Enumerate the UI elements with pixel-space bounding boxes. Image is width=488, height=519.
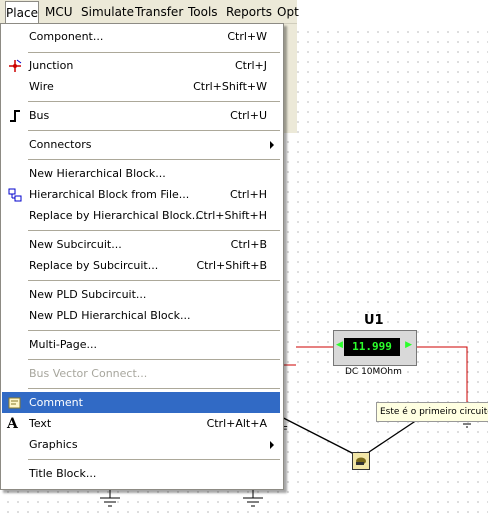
menu-separator bbox=[28, 359, 280, 360]
menu-item-text[interactable]: A Text Ctrl+Alt+A bbox=[2, 413, 280, 434]
menu-item-replace-by-hierarchical-block[interactable]: Replace by Hierarchical Block... Ctrl+Sh… bbox=[2, 205, 280, 226]
place-menu-dropdown: Component... Ctrl+W Junction Ctrl+J Wire… bbox=[0, 23, 284, 490]
menu-item-hierarchical-block-from-file[interactable]: Hierarchical Block from File... Ctrl+H bbox=[2, 184, 280, 205]
comment-pin-icon[interactable] bbox=[352, 452, 370, 470]
comment-pointer-line bbox=[368, 419, 418, 453]
minus-terminal-icon: ▶ bbox=[405, 340, 412, 350]
multimeter-value: DC 10MOhm bbox=[345, 367, 402, 377]
menu-item-component[interactable]: Component... Ctrl+W bbox=[2, 26, 280, 47]
comment-note[interactable]: Este é o primeiro circuito d bbox=[376, 402, 488, 422]
menu-item-wire[interactable]: Wire Ctrl+Shift+W bbox=[2, 76, 280, 97]
multimeter-component[interactable]: ◀ 11.999 ▶ bbox=[333, 330, 417, 366]
plus-terminal-icon: ◀ bbox=[336, 340, 343, 350]
ground-symbol bbox=[100, 488, 120, 507]
submenu-arrow-icon bbox=[270, 141, 274, 149]
bus-icon bbox=[10, 110, 20, 122]
menu-separator bbox=[28, 459, 280, 460]
menu-item-new-pld-hierarchical-block[interactable]: New PLD Hierarchical Block... bbox=[2, 305, 280, 326]
menu-item-graphics[interactable]: Graphics bbox=[2, 434, 280, 455]
menu-item-bus[interactable]: Bus Ctrl+U bbox=[2, 105, 280, 126]
menu-item-new-hierarchical-block[interactable]: New Hierarchical Block... bbox=[2, 163, 280, 184]
submenu-arrow-icon bbox=[270, 441, 274, 449]
junction-icon bbox=[9, 59, 22, 72]
menu-item-replace-by-subcircuit[interactable]: Replace by Subcircuit... Ctrl+Shift+B bbox=[2, 255, 280, 276]
hierarchical-block-icon bbox=[8, 188, 22, 202]
menu-separator bbox=[28, 52, 280, 53]
menu-item-comment[interactable]: Comment bbox=[2, 392, 280, 413]
menu-item-multi-page[interactable]: Multi-Page... bbox=[2, 334, 280, 355]
multimeter-refdes: U1 bbox=[364, 313, 384, 328]
menu-separator bbox=[28, 230, 280, 231]
ground-symbol bbox=[243, 488, 263, 507]
menu-separator bbox=[28, 280, 280, 281]
comment-icon bbox=[8, 397, 21, 409]
menu-item-new-pld-subcircuit[interactable]: New PLD Subcircuit... bbox=[2, 284, 280, 305]
menu-item-junction[interactable]: Junction Ctrl+J bbox=[2, 55, 280, 76]
menu-separator bbox=[28, 159, 280, 160]
menu-separator bbox=[28, 388, 280, 389]
menu-item-bus-vector-connect: Bus Vector Connect... bbox=[29, 367, 148, 380]
menu-separator bbox=[28, 330, 280, 331]
text-icon: A bbox=[7, 416, 18, 432]
menu-item-title-block[interactable]: Title Block... bbox=[2, 463, 280, 484]
menu-separator bbox=[28, 130, 280, 131]
menu-item-connectors[interactable]: Connectors bbox=[2, 134, 280, 155]
menu-separator bbox=[28, 101, 280, 102]
menu-item-new-subcircuit[interactable]: New Subcircuit... Ctrl+B bbox=[2, 234, 280, 255]
multimeter-display: 11.999 bbox=[344, 338, 400, 356]
